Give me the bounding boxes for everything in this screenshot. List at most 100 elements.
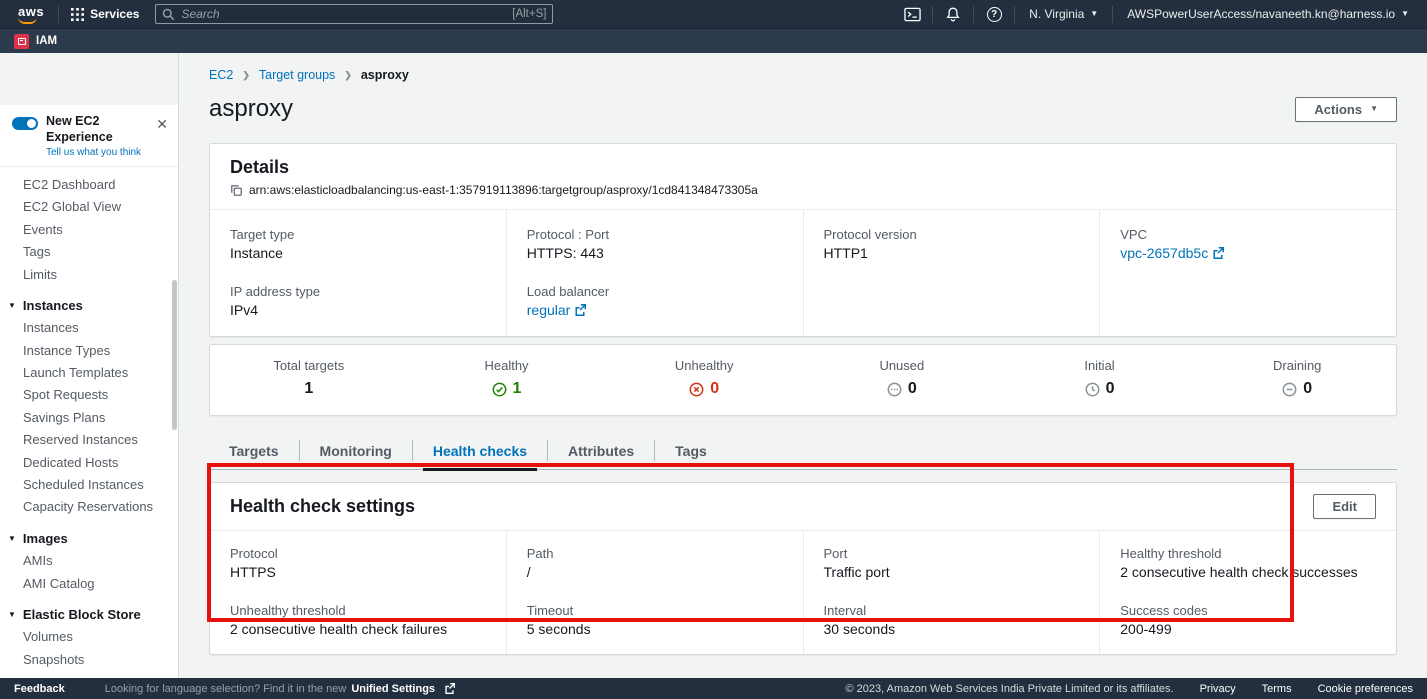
search-input[interactable] bbox=[181, 7, 512, 21]
health-check-settings-card: Health check settings Edit Protocol HTTP… bbox=[209, 482, 1397, 655]
stat-value: 0 bbox=[710, 380, 719, 398]
section-title: Elastic Block Store bbox=[23, 607, 141, 622]
cookie-preferences-link[interactable]: Cookie preferences bbox=[1318, 683, 1413, 695]
sidebar-item-instance-types[interactable]: Instance Types bbox=[0, 339, 178, 361]
sidebar-item-scheduled-instances[interactable]: Scheduled Instances bbox=[0, 473, 178, 495]
field-label: Timeout bbox=[527, 603, 783, 618]
sidebar-item-ec2-dashboard[interactable]: EC2 Dashboard bbox=[0, 173, 178, 195]
field-value: / bbox=[527, 564, 783, 580]
stat-value: 0 bbox=[1303, 380, 1312, 398]
tab-monitoring[interactable]: Monitoring bbox=[300, 432, 412, 469]
external-link-icon[interactable] bbox=[1212, 247, 1224, 259]
check-circle-icon bbox=[492, 382, 507, 397]
region-label: N. Virginia bbox=[1029, 7, 1084, 21]
favorite-iam[interactable]: IAM bbox=[14, 34, 57, 49]
stat-value: 1 bbox=[304, 380, 313, 398]
field-value: Instance bbox=[230, 245, 486, 261]
sidebar-item-volumes[interactable]: Volumes bbox=[0, 626, 178, 648]
stat-value: 0 bbox=[1106, 380, 1115, 398]
notifications-bell-icon[interactable] bbox=[941, 3, 965, 25]
divider bbox=[973, 6, 974, 23]
services-label: Services bbox=[90, 7, 139, 21]
account-menu[interactable]: AWSPowerUserAccess/navaneeth.kn@harness.… bbox=[1121, 7, 1415, 21]
tell-us-link[interactable]: Tell us what you think bbox=[46, 147, 148, 158]
tab-tags[interactable]: Tags bbox=[655, 432, 727, 469]
breadcrumb-ec2[interactable]: EC2 bbox=[209, 68, 233, 82]
services-menu[interactable]: Services bbox=[67, 7, 143, 21]
vpc-link[interactable]: vpc-2657db5c bbox=[1120, 245, 1208, 261]
field-label: Target type bbox=[230, 227, 486, 242]
field-value: HTTPS bbox=[230, 564, 486, 580]
sidebar-section-elastic-block-store[interactable]: ▼ Elastic Block Store bbox=[0, 603, 178, 625]
breadcrumb-target-groups[interactable]: Target groups bbox=[259, 68, 335, 82]
sidebar: New EC2 Experience Tell us what you thin… bbox=[0, 53, 179, 678]
copy-icon[interactable] bbox=[230, 184, 243, 197]
sidebar-item-tags[interactable]: Tags bbox=[0, 240, 178, 262]
sidebar-item-limits[interactable]: Limits bbox=[0, 263, 178, 285]
close-icon[interactable]: ✕ bbox=[156, 116, 168, 133]
sidebar-item-reserved-instances[interactable]: Reserved Instances bbox=[0, 429, 178, 451]
actions-button[interactable]: Actions ▼ bbox=[1295, 97, 1397, 122]
field-value: 30 seconds bbox=[824, 621, 1080, 637]
chevron-down-icon: ▼ bbox=[1401, 10, 1409, 18]
copyright-text: © 2023, Amazon Web Services India Privat… bbox=[846, 683, 1174, 695]
arn-value: arn:aws:elasticloadbalancing:us-east-1:3… bbox=[249, 183, 758, 197]
tab-bar: Targets Monitoring Health checks Attribu… bbox=[209, 432, 1397, 470]
sidebar-item-instances[interactable]: Instances bbox=[0, 317, 178, 339]
field-value: HTTPS: 443 bbox=[527, 245, 783, 261]
field-value: HTTP1 bbox=[824, 245, 1080, 261]
ellipsis-circle-icon bbox=[887, 382, 902, 397]
chevron-right-icon: ❯ bbox=[344, 70, 352, 81]
tab-targets[interactable]: Targets bbox=[209, 432, 299, 469]
language-hint-text: Looking for language selection? Find it … bbox=[105, 683, 347, 695]
chevron-down-icon: ▼ bbox=[1370, 105, 1378, 113]
sidebar-item-ec2-global-view[interactable]: EC2 Global View bbox=[0, 196, 178, 218]
sidebar-item-snapshots[interactable]: Snapshots bbox=[0, 648, 178, 670]
sidebar-item-spot-requests[interactable]: Spot Requests bbox=[0, 384, 178, 406]
new-experience-block: New EC2 Experience Tell us what you thin… bbox=[0, 105, 178, 167]
cloudshell-icon[interactable] bbox=[900, 3, 924, 25]
external-link-icon[interactable] bbox=[444, 683, 455, 694]
sidebar-item-events[interactable]: Events bbox=[0, 218, 178, 240]
edit-button[interactable]: Edit bbox=[1313, 494, 1376, 519]
sidebar-scrollbar[interactable] bbox=[172, 280, 177, 430]
tab-health-checks[interactable]: Health checks bbox=[413, 432, 547, 469]
load-balancer-link[interactable]: regular bbox=[527, 302, 571, 318]
breadcrumb: EC2 ❯ Target groups ❯ asproxy bbox=[209, 53, 1397, 82]
search-icon bbox=[162, 8, 175, 21]
external-link-icon[interactable] bbox=[574, 304, 586, 316]
sidebar-section-images[interactable]: ▼ Images bbox=[0, 527, 178, 549]
stat-label: Draining bbox=[1198, 358, 1396, 373]
stat-value: 0 bbox=[908, 380, 917, 398]
field-label: Protocol bbox=[230, 546, 486, 561]
footer: Feedback Looking for language selection?… bbox=[0, 678, 1427, 699]
field-label: Interval bbox=[824, 603, 1080, 618]
field-label: VPC bbox=[1120, 227, 1376, 242]
actions-label: Actions bbox=[1314, 102, 1362, 117]
new-experience-toggle[interactable] bbox=[12, 117, 38, 130]
privacy-link[interactable]: Privacy bbox=[1200, 683, 1236, 695]
stat-label: Initial bbox=[1001, 358, 1199, 373]
sidebar-item-savings-plans[interactable]: Savings Plans bbox=[0, 406, 178, 428]
sidebar-item-dedicated-hosts[interactable]: Dedicated Hosts bbox=[0, 451, 178, 473]
unified-settings-link[interactable]: Unified Settings bbox=[351, 683, 435, 695]
aws-logo[interactable]: aws bbox=[12, 5, 50, 24]
help-icon[interactable]: ? bbox=[982, 3, 1006, 25]
terms-link[interactable]: Terms bbox=[1262, 683, 1292, 695]
sidebar-section-instances[interactable]: ▼ Instances bbox=[0, 294, 178, 316]
targets-summary-card: Total targets 1 Healthy 1 Unhealthy 0 Un… bbox=[209, 344, 1397, 416]
top-navigation: aws Services [Alt+S] ? N. Virginia ▼ bbox=[0, 0, 1427, 28]
region-selector[interactable]: N. Virginia ▼ bbox=[1023, 7, 1104, 21]
iam-label: IAM bbox=[36, 35, 57, 47]
tab-attributes[interactable]: Attributes bbox=[548, 432, 654, 469]
sidebar-item-capacity-reservations[interactable]: Capacity Reservations bbox=[0, 496, 178, 518]
sidebar-item-ami-catalog[interactable]: AMI Catalog bbox=[0, 572, 178, 594]
section-title: Images bbox=[23, 531, 68, 546]
feedback-button[interactable]: Feedback bbox=[14, 683, 65, 695]
sidebar-item-amis[interactable]: AMIs bbox=[0, 550, 178, 572]
clock-circle-icon bbox=[1085, 382, 1100, 397]
field-label: Unhealthy threshold bbox=[230, 603, 486, 618]
search-box[interactable]: [Alt+S] bbox=[155, 4, 553, 24]
sidebar-item-launch-templates[interactable]: Launch Templates bbox=[0, 361, 178, 383]
question-glyph: ? bbox=[991, 9, 997, 20]
